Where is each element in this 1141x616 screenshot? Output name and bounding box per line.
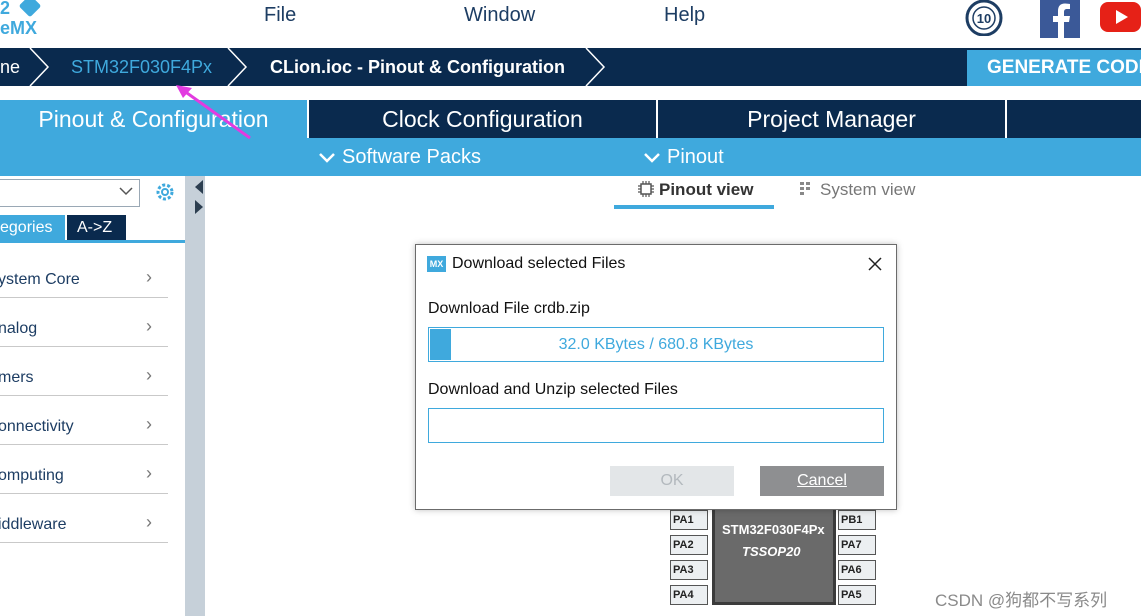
pin-left[interactable]: PA2 <box>670 535 708 555</box>
unzip-label: Download and Unzip selected Files <box>428 381 678 398</box>
badge-number: 10 <box>977 11 991 26</box>
download-dialog: MX Download selected Files Download File… <box>415 244 897 510</box>
tab-a-z[interactable]: A->Z <box>67 215 126 240</box>
pin-right[interactable]: PA7 <box>838 535 876 555</box>
chip-name: STM32F030F4Px <box>722 522 825 537</box>
pin-left[interactable]: PA1 <box>670 510 708 530</box>
tab-project-manager[interactable]: Project Manager <box>658 100 1005 138</box>
cancel-label: Cancel <box>797 472 847 489</box>
category-timers[interactable]: mers › <box>0 347 168 396</box>
chevron-right-icon: › <box>146 414 152 434</box>
active-view-underline <box>614 205 774 209</box>
breadcrumb-project[interactable]: CLion.ioc - Pinout & Configuration <box>270 48 565 86</box>
grid-list-icon <box>800 182 810 195</box>
tab-clock-configuration[interactable]: Clock Configuration <box>309 100 656 138</box>
generate-code-button[interactable]: GENERATE CODE <box>967 50 1141 86</box>
unzip-progress-bar <box>428 408 884 443</box>
categories-panel: egories A->Z ystem Core › nalog › mers › on… <box>0 176 185 616</box>
gear-icon[interactable] <box>154 181 176 203</box>
pin-right[interactable]: PB1 <box>838 510 876 530</box>
category-label: onnectivity <box>0 418 74 435</box>
watermark: CSDN @狗都不写系列 <box>935 591 1108 610</box>
logo-text-2: eMX <box>0 18 38 38</box>
menu-window[interactable]: Window <box>464 4 535 27</box>
chevron-right-icon: › <box>146 512 152 532</box>
category-search-dropdown[interactable] <box>0 179 140 207</box>
software-packs-menu[interactable]: Software Packs <box>318 138 481 176</box>
category-label: mers <box>0 369 34 386</box>
logo-text-1: 2 <box>0 0 11 18</box>
chevron-down-icon <box>319 152 335 163</box>
system-view-label: System view <box>820 180 916 199</box>
pin-right[interactable]: PA5 <box>838 585 876 605</box>
pinout-menu[interactable]: Pinout <box>643 138 724 176</box>
chip-package: TSSOP20 <box>742 544 801 559</box>
breadcrumb-home[interactable]: ne <box>0 48 20 86</box>
category-computing[interactable]: omputing › <box>0 445 168 494</box>
cancel-button[interactable]: Cancel <box>760 466 884 496</box>
pin-right[interactable]: PA6 <box>838 560 876 580</box>
chevron-down-icon <box>644 152 660 163</box>
annotation-arrow-icon <box>176 85 251 140</box>
pinout-label: Pinout <box>667 146 724 168</box>
category-label: iddleware <box>0 516 67 533</box>
youtube-icon[interactable] <box>1100 2 1141 37</box>
tab-categories[interactable]: egories <box>0 215 65 240</box>
category-label: ystem Core <box>0 271 80 288</box>
system-view-tab[interactable]: System view <box>798 180 915 200</box>
category-middleware[interactable]: iddleware › <box>0 494 168 543</box>
category-system-core[interactable]: ystem Core › <box>0 249 168 298</box>
panel-splitter[interactable] <box>185 176 205 616</box>
mx-app-icon: MX <box>427 256 446 272</box>
category-connectivity[interactable]: onnectivity › <box>0 396 168 445</box>
download-file-label: Download File crdb.zip <box>428 300 590 317</box>
ok-button[interactable]: OK <box>610 466 734 496</box>
pinout-view-tab[interactable]: Pinout view <box>637 180 753 200</box>
software-packs-label: Software Packs <box>342 146 481 168</box>
stm32cubemx-logo: 2 eMX <box>0 0 52 46</box>
chevron-right-icon: › <box>146 316 152 336</box>
top-menu-bar: 2 eMX File Window Help 10 <box>0 0 1141 48</box>
facebook-icon[interactable] <box>1040 0 1080 43</box>
category-tab-strip: egories A->Z <box>0 215 185 243</box>
tab-divider <box>1005 100 1007 138</box>
menu-file[interactable]: File <box>264 4 296 27</box>
pin-left[interactable]: PA4 <box>670 585 708 605</box>
download-progress-bar: 32.0 KBytes / 680.8 KBytes <box>428 327 884 362</box>
chevron-right-icon: › <box>146 463 152 483</box>
category-label: omputing <box>0 467 64 484</box>
chevron-right-icon: › <box>146 365 152 385</box>
logo-cube-icon <box>18 0 42 18</box>
dialog-title: Download selected Files <box>452 255 626 272</box>
category-analog[interactable]: nalog › <box>0 298 168 347</box>
pin-left[interactable]: PA3 <box>670 560 708 580</box>
menu-help[interactable]: Help <box>664 4 705 27</box>
chevron-down-icon <box>119 184 133 200</box>
close-icon[interactable] <box>866 255 884 273</box>
progress-text: 32.0 KBytes / 680.8 KBytes <box>558 336 754 353</box>
anniversary-badge-icon[interactable]: 10 <box>964 0 1004 41</box>
chip-icon <box>638 181 654 197</box>
tab-pinout-configuration[interactable]: Pinout & Configuration <box>0 100 307 138</box>
collapse-panel-icon[interactable] <box>194 178 204 218</box>
pinout-view-label: Pinout view <box>659 180 754 199</box>
chevron-right-icon: › <box>146 267 152 287</box>
category-label: nalog <box>0 320 38 337</box>
